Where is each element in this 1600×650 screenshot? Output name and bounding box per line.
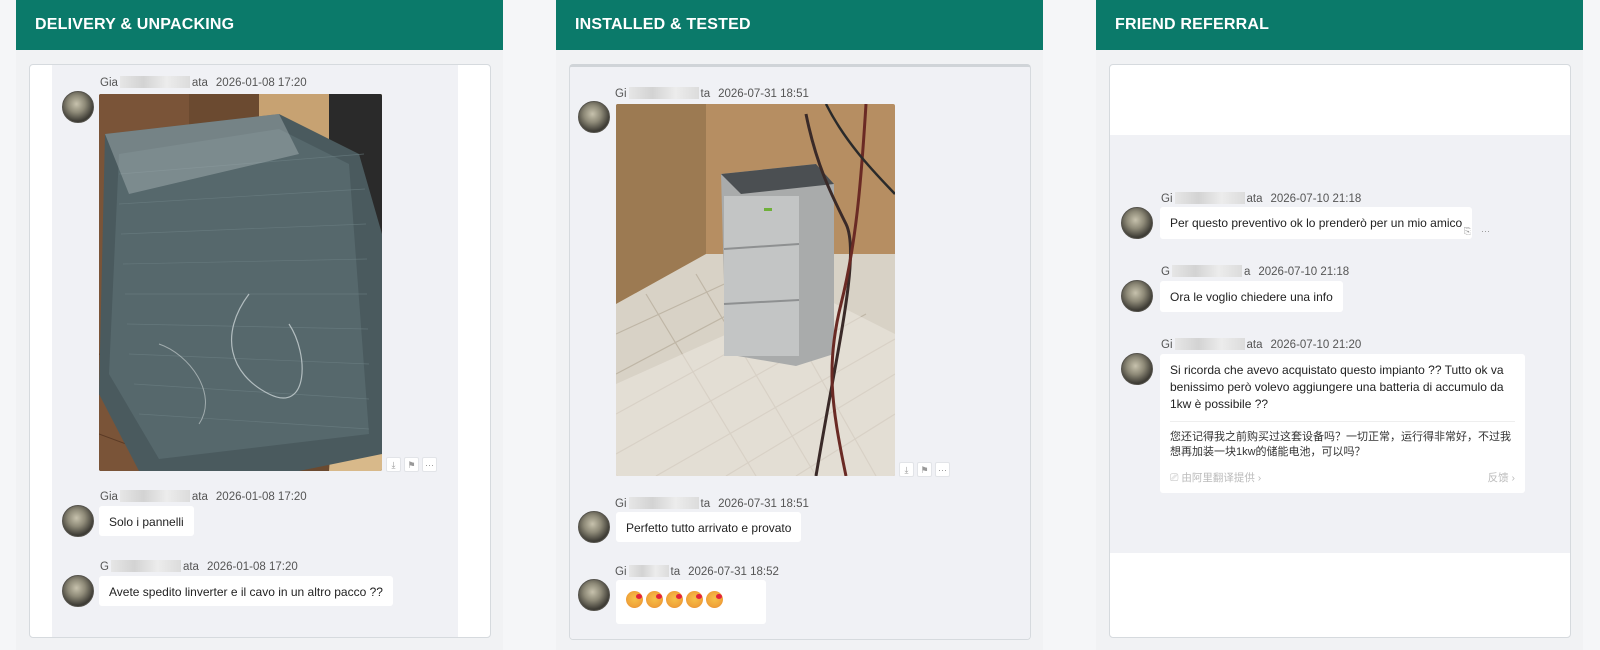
sender-name-end: ata bbox=[1246, 339, 1263, 351]
avatar[interactable] bbox=[578, 511, 610, 543]
kiss-emoji-icon bbox=[706, 591, 723, 608]
kiss-emoji-icon bbox=[646, 591, 663, 608]
blurred-name bbox=[110, 560, 181, 572]
avatar[interactable] bbox=[1121, 353, 1153, 385]
timestamp: 2026-07-10 21:18 bbox=[1270, 193, 1362, 205]
panel-title: DELIVERY & UNPACKING bbox=[16, 0, 503, 50]
message-photo[interactable] bbox=[616, 104, 895, 476]
avatar[interactable] bbox=[62, 91, 94, 123]
message-meta: Gi ta 2026-07-31 18:51 bbox=[615, 497, 809, 510]
message-meta: Gi ata 2026-07-10 21:18 bbox=[1161, 192, 1361, 205]
avatar[interactable] bbox=[1121, 207, 1153, 239]
panel-title: FRIEND REFERRAL bbox=[1096, 0, 1583, 50]
sender-name-end: a bbox=[1243, 266, 1251, 278]
message-meta: Gia ata 2026-01-08 17:20 bbox=[100, 490, 307, 503]
download-icon[interactable]: ⤓ bbox=[899, 462, 914, 477]
kiss-emoji-icon bbox=[666, 591, 683, 608]
photo-actions: ⤓ ⚑ ⋯ bbox=[899, 462, 950, 477]
sender-name-end: ata bbox=[191, 491, 208, 503]
translated-text: 您还记得我之前购买过这套设备吗？一切正常，运行得非常好，不过我想再加装一块1kw… bbox=[1170, 431, 1511, 458]
message-meta: Gi ata 2026-07-10 21:20 bbox=[1161, 338, 1361, 351]
sender-name: Gi bbox=[1161, 339, 1173, 351]
sender-name: Gi bbox=[1161, 193, 1173, 205]
panel-installed: INSTALLED & TESTED Gi ta 2026-07-31 18:51 bbox=[556, 0, 1043, 650]
message-bubble[interactable]: Perfetto tutto arrivato e provato bbox=[616, 512, 802, 542]
sender-name-end: ata bbox=[1246, 193, 1263, 205]
sender-name: G bbox=[1161, 266, 1170, 278]
avatar[interactable] bbox=[1121, 280, 1153, 312]
message-meta: Gi ta 2026-07-31 18:51 bbox=[615, 87, 809, 100]
blurred-name bbox=[119, 490, 190, 502]
blurred-name bbox=[1174, 338, 1245, 350]
message-meta: Gata 2026-01-08 17:20 bbox=[100, 560, 298, 573]
photo-actions: ⤓ ⚑ ⋯ bbox=[386, 457, 437, 472]
timestamp: 2026-01-08 17:20 bbox=[206, 561, 298, 573]
sender-name-end: ta bbox=[700, 88, 711, 100]
message-bubble[interactable]: Solo i pannelli bbox=[99, 506, 194, 536]
avatar[interactable] bbox=[578, 101, 610, 133]
timestamp: 2026-07-10 21:18 bbox=[1258, 266, 1350, 278]
divider bbox=[1170, 421, 1515, 422]
flag-icon[interactable]: ⚑ bbox=[404, 457, 419, 472]
timestamp: 2026-07-31 18:52 bbox=[688, 566, 779, 578]
message-meta: Ga 2026-07-10 21:18 bbox=[1161, 265, 1349, 278]
more-icon[interactable]: ⋯ bbox=[422, 457, 437, 472]
timestamp: 2026-07-31 18:51 bbox=[718, 498, 809, 510]
sender-name: Gi bbox=[615, 88, 627, 100]
solar-panel-photo bbox=[99, 94, 382, 471]
avatar[interactable] bbox=[62, 505, 94, 537]
message-bubble-translated[interactable]: Si ricorda che avevo acquistato questo i… bbox=[1160, 354, 1525, 493]
translation-source[interactable]: ⎚ 由阿里翻译提供 › bbox=[1170, 470, 1261, 487]
message-bubble[interactable]: Ora le voglio chiedere una info bbox=[1160, 281, 1343, 312]
message-text: Si ricorda che avevo acquistato questo i… bbox=[1170, 363, 1504, 411]
timestamp: 2026-07-10 21:20 bbox=[1270, 339, 1362, 351]
sender-name: Gia bbox=[100, 491, 118, 503]
panel-delivery: DELIVERY & UNPACKING Gia ata 2026-01-08 17… bbox=[16, 0, 503, 650]
sender-name-end: ata bbox=[191, 77, 208, 89]
kiss-emoji-icon bbox=[626, 591, 643, 608]
download-icon[interactable]: ⤓ bbox=[386, 457, 401, 472]
reply-icon[interactable]: ⎘ bbox=[1460, 224, 1475, 239]
sender-name-end: ta bbox=[700, 498, 711, 510]
sender-name: G bbox=[100, 561, 109, 573]
avatar[interactable] bbox=[62, 575, 94, 607]
blurred-name bbox=[1174, 192, 1245, 204]
kiss-emoji-icon bbox=[686, 591, 703, 608]
panel-referral: FRIEND REFERRAL Gi ata 2026-07-10 21:18 Pe… bbox=[1096, 0, 1583, 650]
message-meta: Gi ta 2026-07-31 18:52 bbox=[615, 565, 779, 578]
translation-footer: ⎚ 由阿里翻译提供 › 反馈 › bbox=[1170, 470, 1515, 487]
blurred-name bbox=[628, 497, 699, 509]
panel-title: INSTALLED & TESTED bbox=[556, 0, 1043, 50]
chat-frame: Gi ata 2026-07-10 21:18 Per questo prevent… bbox=[1109, 64, 1571, 638]
battery-photo bbox=[616, 104, 895, 476]
sender-name: Gi bbox=[615, 566, 627, 578]
sender-name-end: ata bbox=[182, 561, 199, 573]
chat-frame: Gi ta 2026-07-31 18:51 ⤓ ⚑ ⋯ Gi ta 2026-… bbox=[569, 64, 1031, 640]
chat-frame: Gia ata 2026-01-08 17:20 ⤓ ⚑ ⋯ Gia ata 2… bbox=[29, 64, 491, 638]
translation-source-label: 由阿里翻译提供 › bbox=[1181, 472, 1262, 484]
feedback-link[interactable]: 反馈 › bbox=[1488, 470, 1515, 487]
message-meta: Gia ata 2026-01-08 17:20 bbox=[100, 76, 307, 89]
sender-name-end: ta bbox=[670, 566, 681, 578]
flag-icon[interactable]: ⚑ bbox=[917, 462, 932, 477]
timestamp: 2026-01-08 17:20 bbox=[215, 491, 307, 503]
sender-name: Gi bbox=[615, 498, 627, 510]
translate-icon: ⎚ bbox=[1170, 472, 1182, 484]
message-photo[interactable] bbox=[99, 94, 382, 471]
more-icon[interactable]: ⋯ bbox=[1478, 224, 1493, 239]
blurred-name bbox=[1171, 265, 1242, 277]
message-actions: ⎘ ⋯ bbox=[1460, 224, 1493, 239]
avatar[interactable] bbox=[578, 579, 610, 611]
emoji-message-bubble[interactable] bbox=[616, 580, 766, 624]
sender-name: Gia bbox=[100, 77, 118, 89]
timestamp: 2026-01-08 17:20 bbox=[215, 77, 307, 89]
blurred-name bbox=[119, 76, 190, 88]
message-bubble[interactable]: Per questo preventivo ok lo prenderò per… bbox=[1160, 207, 1473, 239]
more-icon[interactable]: ⋯ bbox=[935, 462, 950, 477]
blurred-name bbox=[628, 565, 669, 577]
timestamp: 2026-07-31 18:51 bbox=[718, 88, 809, 100]
blurred-name bbox=[628, 87, 699, 99]
message-bubble[interactable]: Avete spedito linverter e il cavo in un … bbox=[99, 576, 393, 606]
